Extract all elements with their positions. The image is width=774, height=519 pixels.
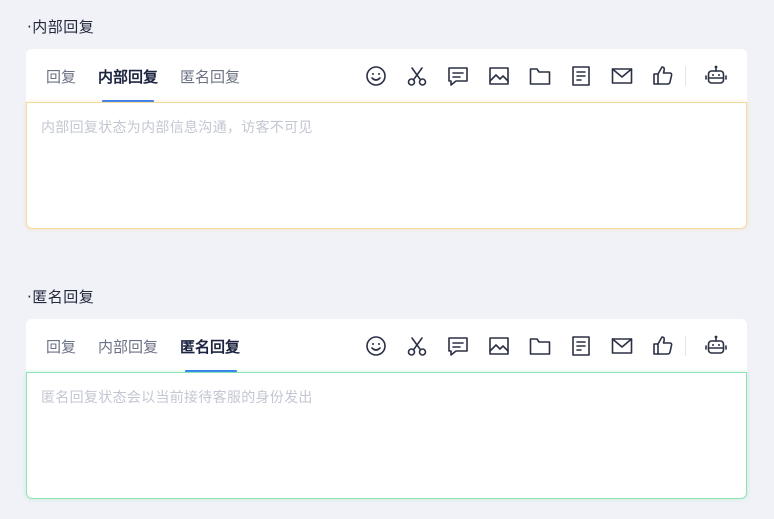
robot-icon[interactable]: [703, 333, 729, 359]
reply-panel-anonymous: 回复 内部回复 匿名回复 匿名回复状态会以当前接待客服的身份发出: [26, 319, 747, 499]
folder-icon[interactable]: [527, 333, 553, 359]
scissors-icon[interactable]: [404, 333, 430, 359]
folder-icon[interactable]: [527, 63, 553, 89]
reply-editor[interactable]: 内部回复状态为内部信息沟通，访客不可见: [26, 102, 747, 229]
thumbs-up-icon[interactable]: [650, 63, 676, 89]
reply-panel-internal: 回复 内部回复 匿名回复 内部回复状态为内部信息沟通，访客不可见: [26, 49, 747, 229]
section-title-internal: ·内部回复: [27, 18, 95, 36]
toolbar-divider: [685, 66, 686, 86]
emoji-icon[interactable]: [363, 333, 389, 359]
editor-placeholder: 匿名回复状态会以当前接待客服的身份发出: [41, 390, 313, 406]
mail-icon[interactable]: [609, 333, 635, 359]
section-title-anonymous: ·匿名回复: [27, 288, 95, 306]
emoji-icon[interactable]: [363, 63, 389, 89]
tab-anonymous-reply[interactable]: 匿名回复: [180, 336, 240, 357]
comment-icon[interactable]: [445, 63, 471, 89]
toolbar: [363, 333, 733, 359]
tab-internal-reply[interactable]: 内部回复: [98, 66, 158, 87]
tab-anonymous-reply[interactable]: 匿名回复: [180, 66, 240, 87]
toolbar-divider: [685, 336, 686, 356]
editor-placeholder: 内部回复状态为内部信息沟通，访客不可见: [41, 120, 313, 136]
comment-icon[interactable]: [445, 333, 471, 359]
mail-icon[interactable]: [609, 63, 635, 89]
toolbar: [363, 63, 733, 89]
document-icon[interactable]: [568, 333, 594, 359]
tab-reply[interactable]: 回复: [46, 66, 76, 87]
tab-internal-reply[interactable]: 内部回复: [98, 336, 158, 357]
thumbs-up-icon[interactable]: [650, 333, 676, 359]
tab-reply[interactable]: 回复: [46, 336, 76, 357]
reply-editor[interactable]: 匿名回复状态会以当前接待客服的身份发出: [26, 372, 747, 499]
robot-icon[interactable]: [703, 63, 729, 89]
scissors-icon[interactable]: [404, 63, 430, 89]
image-icon[interactable]: [486, 333, 512, 359]
image-icon[interactable]: [486, 63, 512, 89]
document-icon[interactable]: [568, 63, 594, 89]
